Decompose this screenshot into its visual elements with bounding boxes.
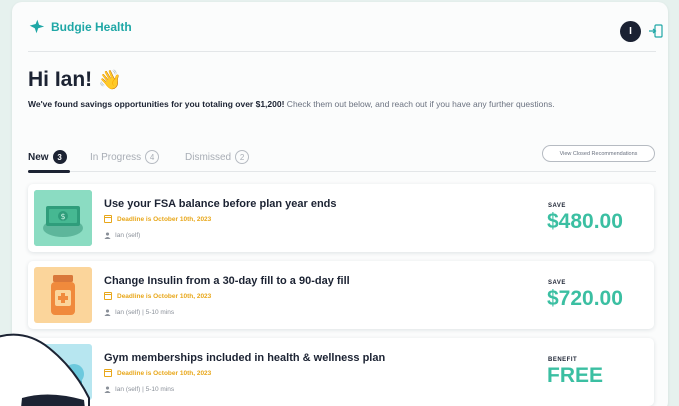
person-icon: [104, 309, 111, 316]
tab-in-progress-count: 4: [145, 150, 160, 164]
card-deadline: Deadline is October 10th, 2023: [104, 215, 211, 223]
value-amount: $720.00: [547, 287, 623, 310]
view-closed-recommendations-button[interactable]: View Closed Recommendations: [542, 145, 655, 162]
recommendation-tabs: New 3 In Progress 4 Dismissed 2 View Clo…: [28, 145, 656, 173]
tab-dismissed[interactable]: Dismissed 2: [185, 148, 250, 166]
page-title: Hi Ian!: [28, 68, 93, 91]
person-icon: [104, 386, 111, 393]
decorative-hand-illustration: [0, 333, 90, 406]
card-person: Ian (self) | 5-10 mins: [104, 309, 174, 316]
person-icon: [104, 232, 111, 239]
card-person-text: Ian (self) | 5-10 mins: [115, 386, 175, 393]
card-deadline-text: Deadline is October 10th, 2023: [117, 369, 212, 377]
card-deadline: Deadline is October 10th, 2023: [104, 292, 211, 300]
calendar-icon: [104, 292, 112, 300]
value-label: SAVE: [548, 280, 566, 286]
card-title: Change Insulin from a 30-day fill to a 9…: [104, 275, 350, 287]
svg-text:$: $: [60, 212, 65, 221]
money-icon: $: [34, 190, 92, 246]
tab-new[interactable]: New 3: [28, 148, 67, 166]
greeting: Hi Ian! 👋: [28, 68, 122, 92]
tab-in-progress-label: In Progress: [90, 151, 142, 163]
card-person: Ian (self) | 5-10 mins: [104, 386, 174, 393]
brand-logo[interactable]: Budgie Health: [28, 18, 132, 35]
logout-icon[interactable]: [648, 23, 664, 39]
card-title: Use your FSA balance before plan year en…: [104, 198, 337, 210]
savings-summary-rest: Check them out below, and reach out if y…: [284, 99, 555, 109]
value-label: BENEFIT: [548, 357, 578, 363]
value-amount: FREE: [547, 364, 604, 387]
tab-new-count: 3: [52, 150, 67, 164]
budgie-bird-icon: [29, 19, 45, 34]
app-window: Budgie Health I Hi Ian! 👋 We've found sa…: [12, 2, 668, 406]
savings-summary: We've found savings opportunities for yo…: [28, 99, 555, 109]
wave-emoji: 👋: [98, 70, 122, 91]
card-person: Ian (self): [104, 232, 140, 239]
recommendation-card[interactable]: Change Insulin from a 30-day fill to a 9…: [28, 261, 654, 329]
value-amount: $480.00: [547, 210, 623, 233]
value-label: SAVE: [548, 203, 566, 209]
calendar-icon: [104, 369, 112, 377]
card-deadline: Deadline is October 10th, 2023: [104, 369, 211, 377]
pill-bottle-icon: [34, 267, 92, 323]
active-tab-indicator: [28, 170, 70, 173]
recommendation-card[interactable]: $ Use your FSA balance before plan year …: [28, 184, 654, 252]
top-header: Budgie Health I: [28, 2, 663, 52]
tab-dismissed-count: 2: [235, 150, 250, 164]
tab-dismissed-label: Dismissed: [185, 151, 232, 163]
recommendation-card[interactable]: Gym memberships included in health & wel…: [28, 338, 654, 406]
calendar-icon: [104, 215, 112, 223]
card-title: Gym memberships included in health & wel…: [104, 352, 386, 364]
avatar[interactable]: I: [620, 21, 641, 42]
tab-new-label: New: [28, 151, 49, 163]
tab-in-progress[interactable]: In Progress 4: [90, 148, 160, 166]
brand-name: Budgie Health: [51, 19, 132, 34]
card-deadline-text: Deadline is October 10th, 2023: [117, 215, 212, 223]
card-deadline-text: Deadline is October 10th, 2023: [117, 292, 212, 300]
card-person-text: Ian (self): [115, 232, 141, 239]
savings-summary-bold: We've found savings opportunities for yo…: [28, 99, 285, 109]
card-person-text: Ian (self) | 5-10 mins: [115, 309, 175, 316]
